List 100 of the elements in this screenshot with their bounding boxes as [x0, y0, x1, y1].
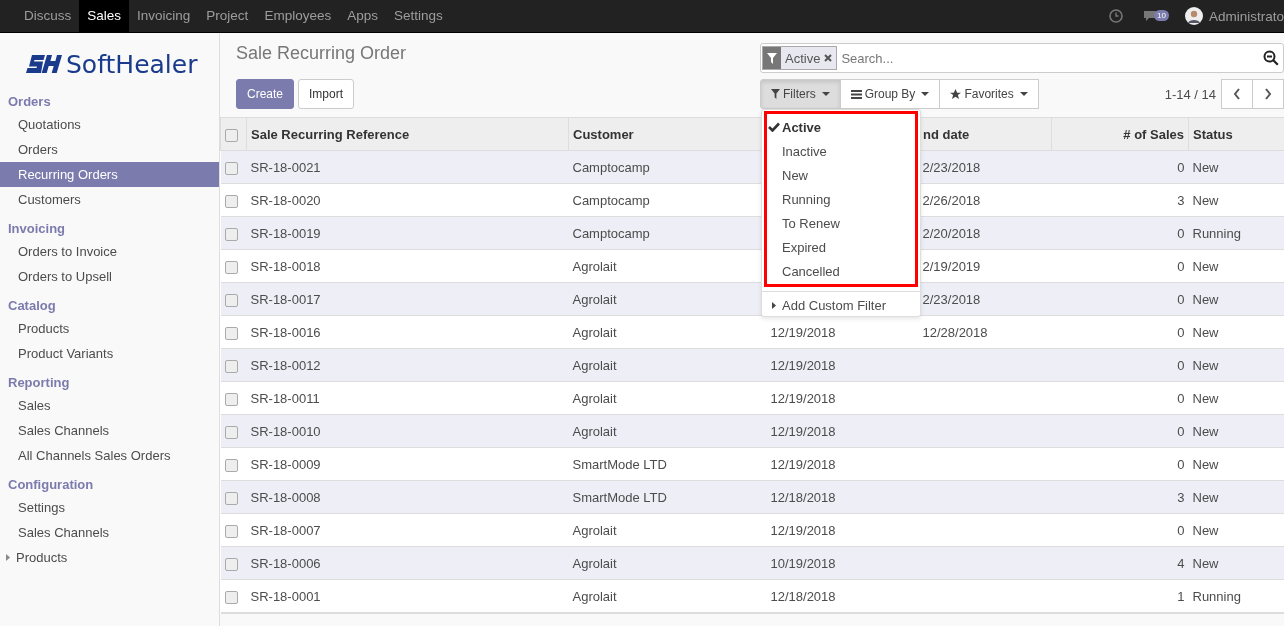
table-cell: SmartMode LTD: [568, 447, 767, 481]
filter-option[interactable]: To Renew: [767, 211, 915, 235]
table-cell: SmartMode LTD: [568, 480, 767, 514]
table-cell: 0: [1051, 315, 1189, 349]
table-cell: New: [1188, 348, 1284, 382]
menu-item[interactable]: Discuss: [16, 0, 80, 32]
checkbox[interactable]: [224, 260, 238, 274]
filter-option[interactable]: Cancelled: [767, 259, 915, 283]
chevron-right-icon: [1264, 88, 1272, 100]
table-cell: 4: [1051, 546, 1189, 580]
checkbox[interactable]: [224, 392, 238, 406]
checkbox[interactable]: [224, 359, 238, 373]
table-cell: 2/23/2018: [918, 150, 1052, 184]
table-cell: 0: [1051, 282, 1189, 316]
table-cell: 0: [1051, 414, 1189, 448]
checkbox[interactable]: [224, 227, 238, 241]
table-cell: 12/18/2018: [766, 579, 919, 613]
sidebar-item[interactable]: Orders to Invoice: [0, 239, 219, 264]
sidebar-item[interactable]: Sales Channels: [0, 418, 219, 443]
logo-text: SoftHealer: [66, 49, 198, 79]
column-header[interactable]: # of Sales: [1051, 117, 1189, 151]
table-cell: 0: [1051, 348, 1189, 382]
star-icon: [950, 88, 962, 100]
table-cell: New: [1188, 546, 1284, 580]
table-cell: SR-18-0011: [246, 381, 569, 415]
table-cell: 12/19/2018: [766, 447, 919, 481]
table-cell: 2/23/2018: [918, 282, 1052, 316]
message-count-badge: 10: [1154, 9, 1169, 21]
menu-item[interactable]: Invoicing: [129, 0, 199, 32]
avatar-icon[interactable]: [1184, 7, 1203, 25]
menu-item[interactable]: Sales: [79, 0, 130, 32]
sidebar-item[interactable]: Recurring Orders: [0, 162, 219, 187]
table-cell: 12/19/2018: [766, 414, 919, 448]
column-header[interactable]: Status: [1188, 117, 1284, 151]
filter-option[interactable]: Expired: [767, 235, 915, 259]
checkbox[interactable]: [224, 590, 238, 604]
search-option-button[interactable]: Group By: [839, 79, 941, 109]
table-cell: Agrolait: [568, 546, 767, 580]
menu-item[interactable]: Apps: [339, 0, 386, 32]
filter-option[interactable]: Running: [767, 187, 915, 211]
table-cell: SR-18-0016: [246, 315, 569, 349]
table-cell: SR-18-0020: [246, 183, 569, 217]
clock-icon[interactable]: [1109, 9, 1124, 23]
table-cell: SR-18-0017: [246, 282, 569, 316]
sidebar-item[interactable]: Products: [0, 545, 219, 570]
checkbox[interactable]: [224, 161, 238, 175]
user-name[interactable]: Administrato: [1208, 8, 1284, 24]
close-icon[interactable]: [824, 54, 833, 62]
search-icon[interactable]: [1263, 50, 1279, 66]
sidebar-item[interactable]: Customers: [0, 187, 219, 212]
checkbox[interactable]: [224, 557, 238, 571]
menu-item[interactable]: Project: [198, 0, 257, 32]
table-cell: 0: [1051, 381, 1189, 415]
table-cell: New: [1188, 414, 1284, 448]
create-button[interactable]: Create: [236, 79, 295, 109]
pager-value: 1-14 / 14: [1164, 86, 1216, 102]
table-cell: New: [1188, 513, 1284, 547]
chat-icon[interactable]: [1143, 10, 1158, 22]
search-option-button[interactable]: Filters: [760, 79, 841, 109]
table-cell: SR-18-0019: [246, 216, 569, 250]
sidebar-heading: Configuration: [7, 476, 95, 494]
filter-facet[interactable]: Active: [762, 46, 838, 70]
search-option-button[interactable]: Favorites: [939, 79, 1039, 109]
checkbox[interactable]: [224, 491, 238, 505]
checkmark-icon: [768, 122, 780, 132]
sidebar-item[interactable]: Settings: [0, 495, 219, 520]
chevron-left-icon: [1233, 88, 1241, 100]
next-button[interactable]: [1252, 79, 1284, 109]
search-field[interactable]: Active Search...: [760, 43, 1284, 73]
sidebar-item[interactable]: Orders to Upsell: [0, 264, 219, 289]
import-button[interactable]: Import: [298, 79, 355, 109]
filter-option[interactable]: Active: [767, 115, 915, 139]
table-cell: 0: [1051, 150, 1189, 184]
checkbox[interactable]: [224, 425, 238, 439]
previous-button[interactable]: [1221, 79, 1253, 109]
table-cell: Running: [1188, 216, 1284, 250]
sidebar-item[interactable]: Product Variants: [0, 341, 219, 366]
checkbox[interactable]: [224, 524, 238, 538]
table-cell: 12/19/2018: [766, 315, 919, 349]
checkbox[interactable]: [224, 293, 238, 307]
column-header[interactable]: nd date: [918, 117, 1052, 151]
sidebar-item[interactable]: Products: [0, 316, 219, 341]
sidebar-item[interactable]: Sales Channels: [0, 520, 219, 545]
checkbox[interactable]: [225, 128, 238, 142]
table-cell: Running: [1188, 579, 1284, 613]
checkbox[interactable]: [224, 458, 238, 472]
sidebar-item[interactable]: All Channels Sales Orders: [0, 443, 219, 468]
checkbox[interactable]: [224, 326, 238, 340]
filter-option[interactable]: Inactive: [767, 139, 915, 163]
menu-item[interactable]: Settings: [385, 0, 451, 32]
sidebar-heading: Invoicing: [7, 220, 67, 238]
sidebar-item[interactable]: Orders: [0, 137, 219, 162]
checkbox[interactable]: [224, 194, 238, 208]
filter-option[interactable]: New: [767, 163, 915, 187]
table-cell: New: [1188, 183, 1284, 217]
column-header[interactable]: Sale Recurring Reference: [246, 117, 569, 151]
menu-item[interactable]: Employees: [256, 0, 340, 32]
table-cell: Agrolait: [568, 513, 767, 547]
sidebar-item[interactable]: Quotations: [0, 112, 219, 137]
sidebar-item[interactable]: Sales: [0, 393, 219, 418]
